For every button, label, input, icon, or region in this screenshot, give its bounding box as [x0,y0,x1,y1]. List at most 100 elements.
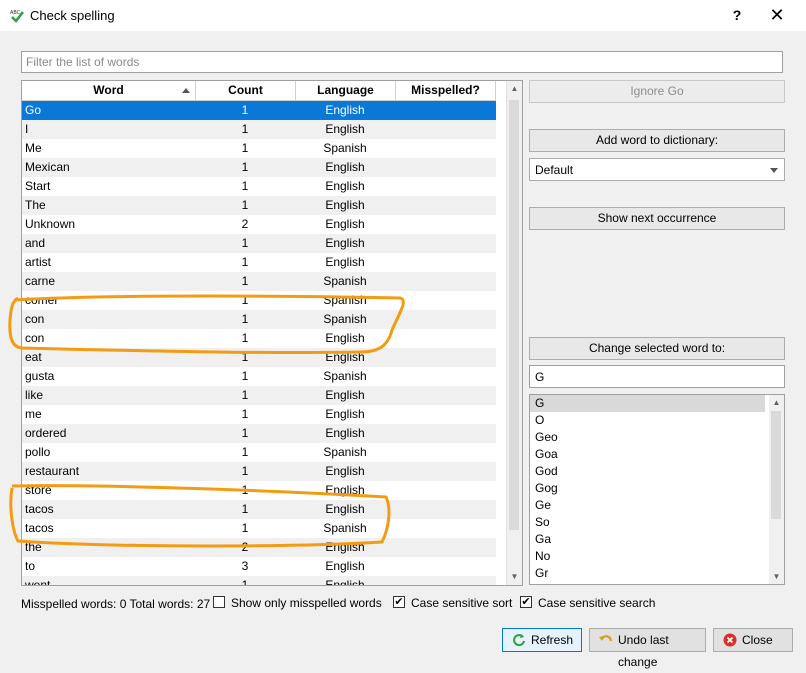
table-row[interactable]: like 1 English [22,386,496,405]
table-row[interactable]: Unknown 2 English [22,215,496,234]
filter-input[interactable] [22,52,782,72]
cell-count: 1 [241,103,249,117]
checkbox-box[interactable]: ✔ [520,596,532,608]
table-row[interactable]: pollo 1 Spanish [22,443,496,462]
scroll-up-arrow-icon[interactable]: ▲ [769,395,784,410]
cell-count: 1 [241,312,249,326]
suggestion-item[interactable]: G [530,395,765,412]
table-row[interactable]: tacos 1 Spanish [22,519,496,538]
suggestions-scroll-thumb[interactable] [771,411,781,519]
cell-language: English [325,122,365,136]
suggestion-item[interactable]: Ge [530,497,765,514]
cell-count: 1 [241,274,249,288]
suggestions-list[interactable]: G O Geo Goa God Gog Ge So Ga No Gr ▲ ▼ [529,394,785,585]
column-header-count[interactable]: Count [196,81,296,100]
cell-word: store [25,483,52,497]
table-row[interactable]: to 3 English [22,557,496,576]
cell-language: English [325,540,365,554]
cell-word: carne [25,274,56,288]
cell-word: to [25,559,36,573]
cell-word: artist [25,255,52,269]
add-to-dictionary-button[interactable]: Add word to dictionary: [529,129,785,152]
cell-count: 1 [241,331,249,345]
replacement-field[interactable] [529,365,785,388]
suggestion-item[interactable]: Geo [530,429,765,446]
table-row[interactable]: Go 1 English [22,101,496,120]
undo-last-change-button[interactable]: Undo last change [589,628,706,669]
replacement-input[interactable] [530,366,784,387]
table-row[interactable]: I 1 English [22,120,496,139]
table-row[interactable]: Mexican 1 English [22,158,496,177]
cell-language: English [325,483,365,497]
suggestions-scrollbar[interactable]: ▲ ▼ [769,395,784,584]
filter-field[interactable] [21,51,783,73]
cell-misspelled [395,196,496,215]
scroll-down-arrow-icon[interactable]: ▼ [507,569,522,585]
checkbox-box[interactable]: ✔ [393,596,405,608]
cell-count: 1 [241,502,249,516]
suggestion-item[interactable]: Ga [530,531,765,548]
suggestion-item[interactable]: No [530,548,765,565]
words-table[interactable]: Word Count Language Misspelled? Go 1 Engli… [21,80,523,586]
table-row[interactable]: Start 1 English [22,177,496,196]
window-close-button[interactable]: ✕ [757,0,797,31]
table-row[interactable]: tacos 1 English [22,500,496,519]
suggestion-item[interactable]: Gr [530,565,765,582]
suggestion-item[interactable]: Gog [530,480,765,497]
column-header-word[interactable]: Word [22,81,196,100]
cell-word: tacos [25,521,54,535]
scroll-up-arrow-icon[interactable]: ▲ [507,81,522,97]
cell-language: English [325,388,365,402]
table-row[interactable]: Me 1 Spanish [22,139,496,158]
cell-count: 1 [241,141,249,155]
table-row[interactable]: eat 1 English [22,348,496,367]
table-row[interactable]: gusta 1 Spanish [22,367,496,386]
table-row[interactable]: restaurant 1 English [22,462,496,481]
cell-word: con [25,331,45,345]
help-button[interactable]: ? [717,0,757,31]
scroll-down-arrow-icon[interactable]: ▼ [769,569,784,584]
cell-misspelled [395,310,496,329]
column-header-language[interactable]: Language [296,81,396,100]
cell-language: Spanish [323,293,367,307]
table-row[interactable]: carne 1 Spanish [22,272,496,291]
table-row[interactable]: The 1 English [22,196,496,215]
checkbox-box[interactable] [213,596,225,608]
table-row[interactable]: ordered 1 English [22,424,496,443]
change-selected-word-button[interactable]: Change selected word to: [529,337,785,360]
suggestion-item[interactable]: So [530,514,765,531]
suggestion-item[interactable]: O [530,412,765,429]
table-scrollbar[interactable]: ▲ ▼ [506,81,522,585]
close-button[interactable]: Close [713,628,793,652]
dictionary-select[interactable]: Default [529,158,785,181]
cell-word: comer [25,293,59,307]
cell-word: con [25,312,45,326]
table-row[interactable]: comer 1 Spanish [22,291,496,310]
table-row[interactable]: con 1 English [22,329,496,348]
table-row[interactable]: went 1 English [22,576,496,585]
word-count-status: Misspelled words: 0 Total words: 27 [21,597,211,611]
cell-word: eat [25,350,42,364]
table-row[interactable]: con 1 Spanish [22,310,496,329]
suggestion-item[interactable]: God [530,463,765,480]
cell-misspelled [395,272,496,291]
column-header-misspelled[interactable]: Misspelled? [396,81,496,100]
table-row[interactable]: artist 1 English [22,253,496,272]
cell-word: Unknown [25,217,76,231]
refresh-button[interactable]: Refresh [502,628,582,652]
ignore-word-button[interactable]: Ignore Go [529,80,785,103]
cell-word: Start [25,179,51,193]
cell-language: English [325,502,365,516]
table-row[interactable]: store 1 English [22,481,496,500]
show-next-occurrence-button[interactable]: Show next occurrence [529,207,785,230]
refresh-icon [513,634,525,647]
spellcheck-icon: ABC [10,10,24,23]
cell-misspelled [395,500,496,519]
suggestion-item[interactable]: Goa [530,446,765,463]
cell-count: 1 [241,521,249,535]
cell-language: Spanish [323,312,367,326]
table-row[interactable]: and 1 English [22,234,496,253]
table-row[interactable]: the 2 English [22,538,496,557]
table-scroll-thumb[interactable] [509,100,519,530]
table-row[interactable]: me 1 English [22,405,496,424]
